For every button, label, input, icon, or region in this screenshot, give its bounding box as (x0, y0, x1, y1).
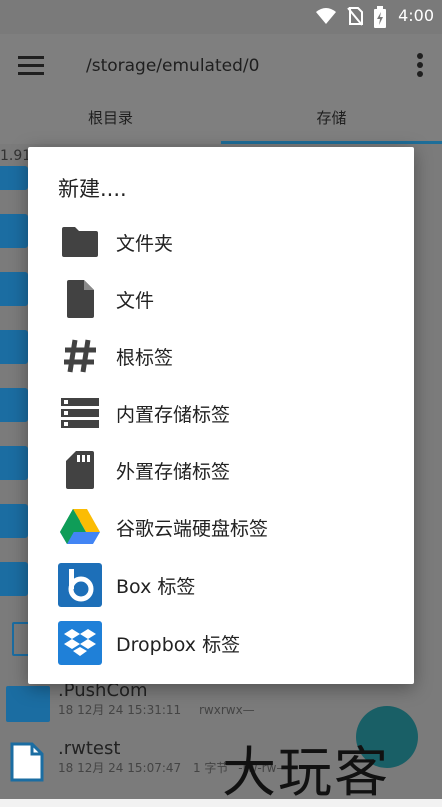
list-item[interactable]: .PushCom 18 12月 24 15:31:11 rwxrwx— (58, 680, 255, 718)
app-bar: /storage/emulated/0 (0, 34, 442, 96)
file-icon (10, 742, 44, 782)
folder-icon (0, 214, 28, 248)
google-drive-icon (58, 505, 102, 549)
option-label: Box 标签 (116, 576, 196, 598)
current-path: /storage/emulated/0 (86, 56, 260, 76)
file-permissions: rwxrwx— (198, 703, 255, 717)
folder-icon (0, 330, 28, 364)
file-meta: 18 12月 24 15:31:11 rwxrwx— (58, 701, 255, 718)
folder-icon (6, 686, 50, 722)
tab-bar: 根目录 存储 (0, 96, 442, 144)
folder-icon (0, 562, 28, 596)
option-box-tag[interactable]: Box 标签 (28, 560, 414, 610)
option-label: 外置存储标签 (116, 461, 231, 483)
wifi-icon (316, 8, 336, 24)
status-time: 4:00 (398, 6, 434, 25)
no-sim-icon (347, 7, 363, 26)
option-external-storage-tag[interactable]: 外置存储标签 (28, 445, 414, 495)
file-date: 18 12月 24 15:07:47 (58, 761, 182, 775)
hash-icon (58, 334, 102, 378)
partial-size-text: 1.91 (0, 148, 32, 164)
dropbox-icon (58, 621, 102, 665)
option-folder[interactable]: 文件夹 (28, 217, 414, 267)
option-label: 根标签 (116, 347, 174, 369)
folder-icon (0, 272, 28, 306)
hamburger-menu-icon[interactable] (18, 54, 44, 76)
new-item-dialog: 新建.... 文件夹 文件 根标签 内置存储标签 外置存储标签 谷歌云端硬盘标签… (28, 147, 414, 684)
file-icon (58, 277, 102, 321)
dialog-title: 新建.... (58, 177, 127, 201)
option-label: 文件 (116, 290, 155, 312)
option-internal-storage-tag[interactable]: 内置存储标签 (28, 388, 414, 438)
box-icon (58, 563, 102, 607)
status-bar: 4:00 (0, 0, 442, 34)
watermark-text: 大玩客 (222, 741, 390, 804)
folder-icon (0, 166, 28, 190)
tab-root[interactable]: 根目录 (0, 96, 221, 144)
option-google-drive-tag[interactable]: 谷歌云端硬盘标签 (28, 502, 414, 552)
option-label: 内置存储标签 (116, 404, 231, 426)
folder-icon (0, 504, 28, 538)
option-label: Dropbox 标签 (116, 634, 241, 656)
storage-icon (58, 391, 102, 435)
option-root-tag[interactable]: 根标签 (28, 331, 414, 381)
folder-icon (0, 388, 28, 422)
folder-icon (0, 446, 28, 480)
battery-charging-icon (374, 6, 386, 28)
option-label: 谷歌云端硬盘标签 (116, 518, 269, 540)
file-date: 18 12月 24 15:31:11 (58, 703, 182, 717)
overflow-menu-icon[interactable] (416, 52, 424, 78)
option-label: 文件夹 (116, 233, 174, 255)
folder-icon (58, 220, 102, 264)
status-icons (316, 6, 386, 28)
option-file[interactable]: 文件 (28, 274, 414, 324)
tab-storage[interactable]: 存储 (221, 96, 442, 144)
option-dropbox-tag[interactable]: Dropbox 标签 (28, 618, 414, 668)
sd-card-icon (58, 448, 102, 492)
